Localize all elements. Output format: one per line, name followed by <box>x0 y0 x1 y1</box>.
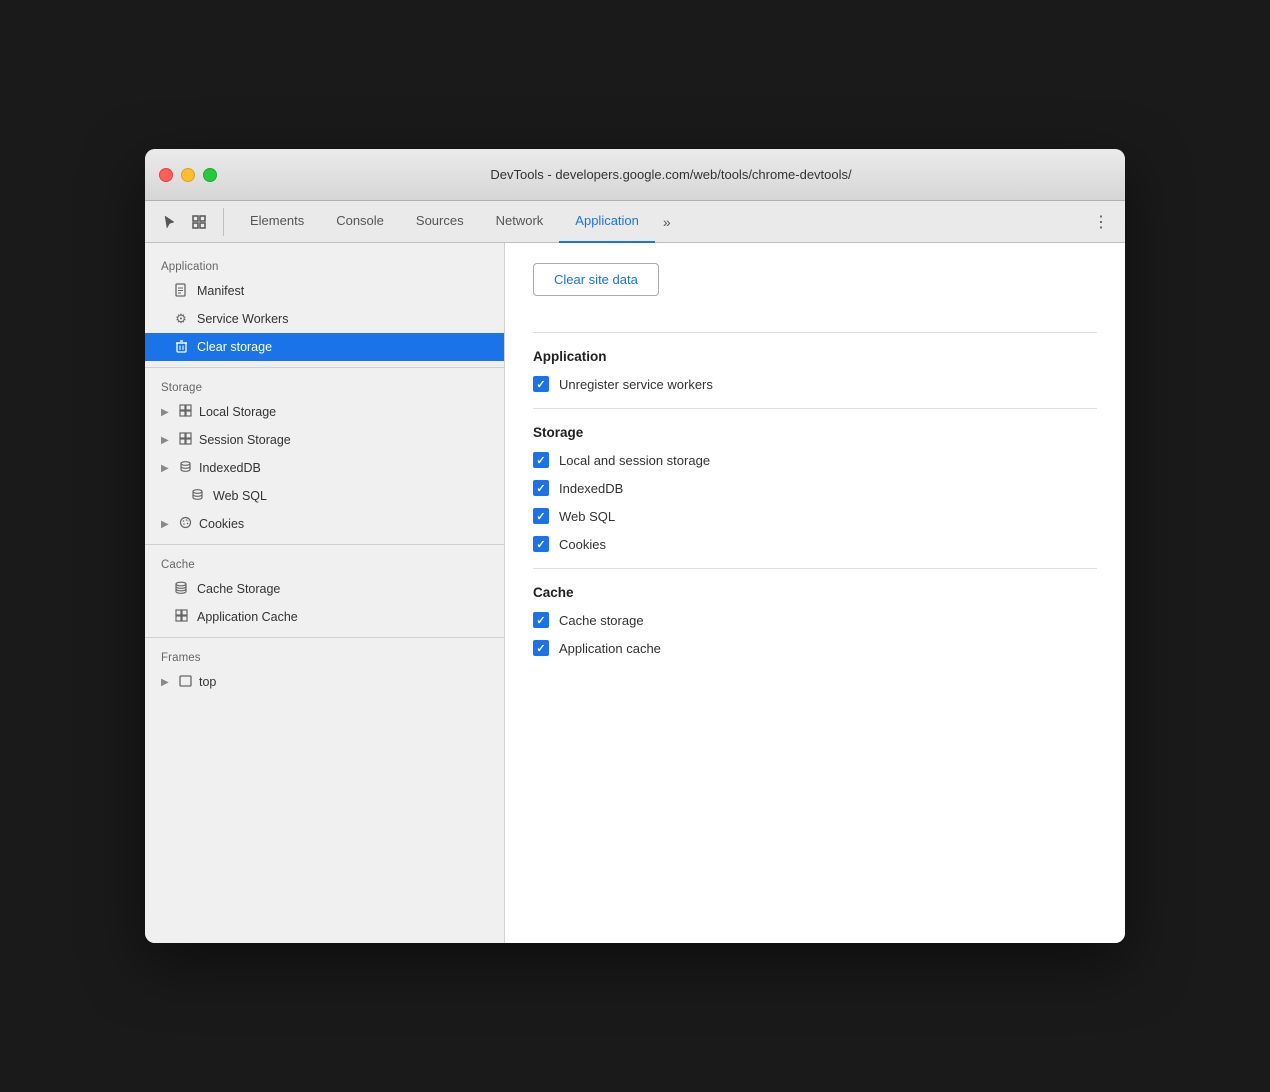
chevron-right-icon-3: ▶ <box>161 463 171 474</box>
cache-storage-label: Cache Storage <box>197 582 280 596</box>
checkbox-icon-application-cache[interactable] <box>533 640 549 656</box>
divider-main-2 <box>533 408 1097 409</box>
db-icon-2 <box>189 488 205 504</box>
frame-icon <box>177 675 193 690</box>
tabs: Elements Console Sources Network Applica… <box>234 201 1087 243</box>
sidebar-item-indexeddb[interactable]: ▶ IndexedDB <box>145 454 504 482</box>
doc-icon <box>173 283 189 300</box>
grid-icon-app-cache <box>173 609 189 625</box>
divider-main-3 <box>533 568 1097 569</box>
checkbox-icon-unregister[interactable] <box>533 376 549 392</box>
sidebar-item-cache-storage[interactable]: Cache Storage <box>145 575 504 603</box>
toolbar: Elements Console Sources Network Applica… <box>145 201 1125 243</box>
checkbox-cookies[interactable]: Cookies <box>533 536 1097 552</box>
web-sql-main-label: Web SQL <box>559 509 615 524</box>
checkbox-icon-web-sql[interactable] <box>533 508 549 524</box>
checkbox-cache-storage[interactable]: Cache storage <box>533 612 1097 628</box>
checkbox-application-cache[interactable]: Application cache <box>533 640 1097 656</box>
content: Application Manifest ⚙ Service Workers <box>145 243 1125 943</box>
service-workers-label: Service Workers <box>197 312 288 326</box>
application-cache-label: Application Cache <box>197 610 298 624</box>
application-cache-main-label: Application cache <box>559 641 661 656</box>
top-frame-label: top <box>199 675 216 689</box>
checkbox-web-sql[interactable]: Web SQL <box>533 508 1097 524</box>
tab-console[interactable]: Console <box>320 201 400 243</box>
sidebar-item-local-storage[interactable]: ▶ Local Storage <box>145 398 504 426</box>
maximize-button[interactable] <box>203 168 217 182</box>
web-sql-label: Web SQL <box>213 489 267 503</box>
menu-icon[interactable]: ⋮ <box>1087 208 1115 236</box>
checkbox-local-session[interactable]: Local and session storage <box>533 452 1097 468</box>
chevron-right-icon-2: ▶ <box>161 435 171 446</box>
clear-site-data-button[interactable]: Clear site data <box>533 263 659 296</box>
tab-sources[interactable]: Sources <box>400 201 480 243</box>
grid-icon-local <box>177 404 193 420</box>
local-session-label: Local and session storage <box>559 453 710 468</box>
panel-section-application-title: Application <box>533 349 1097 364</box>
sidebar-item-web-sql[interactable]: Web SQL <box>145 482 504 510</box>
sidebar-item-application-cache[interactable]: Application Cache <box>145 603 504 631</box>
sidebar-item-top-frame[interactable]: ▶ top <box>145 668 504 696</box>
indexeddb-label: IndexedDB <box>199 461 261 475</box>
sidebar-section-cache-header: Cache <box>145 551 504 575</box>
chevron-right-icon-4: ▶ <box>161 519 171 530</box>
checkbox-icon-cache-storage[interactable] <box>533 612 549 628</box>
divider-1 <box>145 367 504 368</box>
local-storage-label: Local Storage <box>199 405 276 419</box>
cookies-main-label: Cookies <box>559 537 606 552</box>
clear-storage-label: Clear storage <box>197 340 272 354</box>
unregister-sw-label: Unregister service workers <box>559 377 713 392</box>
indexeddb-main-label: IndexedDB <box>559 481 623 496</box>
sidebar-item-clear-storage[interactable]: Clear storage <box>145 333 504 361</box>
checkbox-indexeddb[interactable]: IndexedDB <box>533 480 1097 496</box>
cookie-icon <box>177 516 193 532</box>
cursor-icon[interactable] <box>155 208 183 236</box>
toolbar-end: ⋮ <box>1087 208 1115 236</box>
more-tabs-button[interactable]: » <box>655 214 679 230</box>
tab-network[interactable]: Network <box>480 201 560 243</box>
close-button[interactable] <box>159 168 173 182</box>
divider-2 <box>145 544 504 545</box>
tab-application[interactable]: Application <box>559 201 655 243</box>
titlebar: DevTools - developers.google.com/web/too… <box>145 149 1125 201</box>
trash-icon <box>173 339 189 356</box>
checkbox-icon-indexeddb[interactable] <box>533 480 549 496</box>
gear-icon: ⚙ <box>173 311 189 327</box>
checkbox-icon-local-session[interactable] <box>533 452 549 468</box>
sidebar-item-cookies[interactable]: ▶ Cookies <box>145 510 504 538</box>
checkbox-unregister-sw[interactable]: Unregister service workers <box>533 376 1097 392</box>
sidebar-item-service-workers[interactable]: ⚙ Service Workers <box>145 305 504 333</box>
sidebar-section-storage-header: Storage <box>145 374 504 398</box>
tab-elements[interactable]: Elements <box>234 201 320 243</box>
cache-storage-main-label: Cache storage <box>559 613 644 628</box>
sidebar-section-application-header: Application <box>145 253 504 277</box>
grid-icon-session <box>177 432 193 448</box>
checkbox-icon-cookies[interactable] <box>533 536 549 552</box>
db-icon <box>177 460 193 476</box>
traffic-lights <box>159 168 217 182</box>
manifest-label: Manifest <box>197 284 244 298</box>
cache-icon <box>173 581 189 597</box>
sidebar: Application Manifest ⚙ Service Workers <box>145 243 505 943</box>
minimize-button[interactable] <box>181 168 195 182</box>
devtools-window: DevTools - developers.google.com/web/too… <box>145 149 1125 943</box>
main-panel: Clear site data Application Unregister s… <box>505 243 1125 943</box>
chevron-right-icon-5: ▶ <box>161 677 171 688</box>
sidebar-section-frames-header: Frames <box>145 644 504 668</box>
chevron-right-icon: ▶ <box>161 407 171 418</box>
inspect-icon[interactable] <box>185 208 213 236</box>
window-title: DevTools - developers.google.com/web/too… <box>231 167 1111 182</box>
session-storage-label: Session Storage <box>199 433 291 447</box>
cookies-label: Cookies <box>199 517 244 531</box>
divider-3 <box>145 637 504 638</box>
panel-section-storage-title: Storage <box>533 425 1097 440</box>
sidebar-item-manifest[interactable]: Manifest <box>145 277 504 305</box>
sidebar-item-session-storage[interactable]: ▶ Session Storage <box>145 426 504 454</box>
panel-section-cache-title: Cache <box>533 585 1097 600</box>
toolbar-icons <box>155 208 224 236</box>
divider-main-1 <box>533 332 1097 333</box>
